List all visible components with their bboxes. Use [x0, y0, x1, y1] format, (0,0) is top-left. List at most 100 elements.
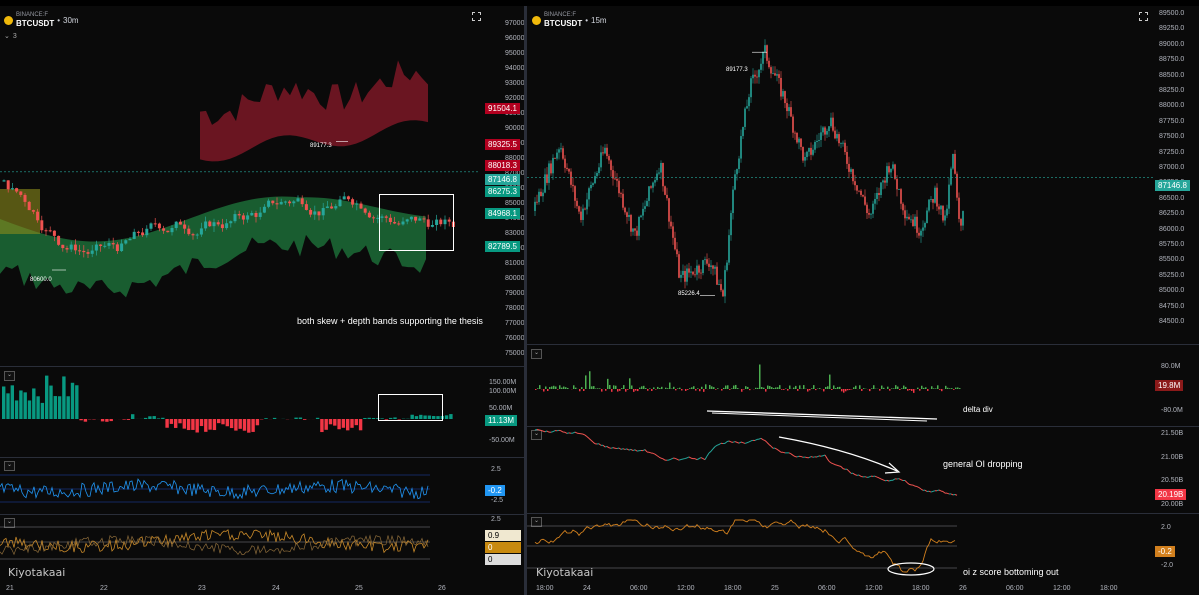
candle [676, 249, 678, 255]
time-tick-label: 06:00 [630, 585, 648, 592]
oi-line-segment [688, 456, 692, 459]
candle [686, 268, 688, 282]
candle [910, 219, 912, 221]
candle [580, 211, 582, 220]
left-highlight-box [379, 194, 454, 251]
delta-bar [869, 389, 871, 392]
oi-line-segment [546, 430, 550, 433]
candle [27, 201, 31, 211]
right-z-axis: 2.0 -2.0 -0.2 [1155, 514, 1199, 582]
candle [666, 194, 668, 199]
delta-bar [831, 389, 833, 390]
delta-bar [705, 384, 707, 389]
right-delta-histogram[interactable] [527, 345, 1147, 425]
candle [782, 91, 784, 97]
candle [832, 117, 834, 131]
candle [840, 142, 842, 144]
candle [870, 213, 872, 215]
candle [648, 186, 650, 201]
oi-line-segment [864, 476, 868, 478]
right-open-interest-chart[interactable] [527, 427, 1147, 513]
z-tick-label: -2.0 [1161, 562, 1174, 569]
candle [546, 174, 548, 183]
candle [962, 211, 964, 226]
candle [684, 270, 686, 282]
candle [136, 231, 140, 233]
delta-bar [695, 389, 697, 391]
candle [924, 223, 926, 228]
delta-bar [759, 364, 761, 389]
delta-bar [835, 388, 837, 389]
candle [608, 156, 610, 161]
candle [842, 142, 844, 144]
oi-line-segment [816, 455, 820, 458]
candle [604, 147, 606, 154]
oi-line-segment [782, 451, 786, 454]
candle [726, 262, 728, 271]
delta-bar [70, 382, 75, 419]
delta-bar [152, 416, 156, 419]
oi-line-segment [900, 479, 904, 481]
candle [6, 180, 10, 190]
candle [78, 250, 82, 252]
delta-bar [363, 417, 367, 419]
delta-bar [57, 396, 62, 419]
candle [656, 173, 658, 181]
candle [309, 209, 313, 215]
oi-line-segment [648, 451, 652, 454]
candle [714, 266, 716, 269]
oi-line-segment [552, 430, 556, 433]
delta-bar [711, 386, 713, 389]
right-price-chart[interactable] [527, 20, 1155, 340]
candle [592, 183, 594, 186]
z-value-label: -0.2 [1155, 546, 1175, 557]
oi-line-segment [788, 452, 792, 455]
delta-bar [543, 389, 545, 392]
candle [708, 263, 710, 267]
left-time-axis[interactable]: 21 22 23 24 25 26 [0, 581, 485, 595]
right-price-axis[interactable]: 89500.0 89250.0 89000.0 88750.0 88500.0 88250… [1155, 6, 1199, 341]
delta-bar [613, 385, 615, 389]
delta-bar [891, 388, 893, 389]
candle [880, 182, 882, 196]
price-tick-label: 89000.0 [1159, 40, 1185, 48]
right-time-axis[interactable]: 18:00 24 06:00 12:00 18:00 25 06:00 12:00 18:00 2… [527, 581, 1155, 595]
candle [330, 206, 334, 209]
left-oscillator-2[interactable] [0, 515, 480, 581]
oi-line-segment [832, 463, 836, 466]
delta-bar [773, 388, 775, 389]
delta-bar [40, 402, 45, 419]
candle [73, 244, 77, 251]
oi-line-segment [712, 446, 716, 450]
oi-line-segment [928, 490, 932, 493]
delta-bar [823, 389, 825, 392]
left-price-axis[interactable]: 97000.0 96000.0 95000.0 94000.0 93000.0 92000… [485, 6, 530, 357]
oi-line-segment [674, 457, 678, 460]
delta-bar [148, 416, 152, 419]
candle [792, 116, 794, 133]
delta-bar [182, 419, 186, 429]
candle [598, 167, 600, 174]
candle [304, 204, 308, 210]
left-oscillator-1[interactable] [0, 458, 480, 514]
candle [208, 221, 212, 227]
left-price-chart[interactable] [0, 16, 480, 351]
candle [694, 274, 696, 276]
delta-bar [315, 417, 320, 419]
candle [758, 69, 760, 78]
candle [688, 268, 690, 273]
price-tick-label: 88500.0 [1159, 71, 1185, 79]
delta-bar [320, 419, 324, 433]
candle [736, 169, 738, 175]
candle [162, 228, 166, 231]
delta-bar [795, 385, 797, 389]
delta-bar [741, 389, 743, 392]
delta-bar [959, 388, 961, 389]
oi-line-segment [612, 447, 616, 449]
delta-bar [551, 386, 553, 389]
candle [834, 130, 836, 139]
delta-bar [255, 419, 260, 426]
delta-bar [449, 414, 453, 419]
delta-bar [625, 389, 627, 392]
oi-line-segment [880, 478, 884, 481]
